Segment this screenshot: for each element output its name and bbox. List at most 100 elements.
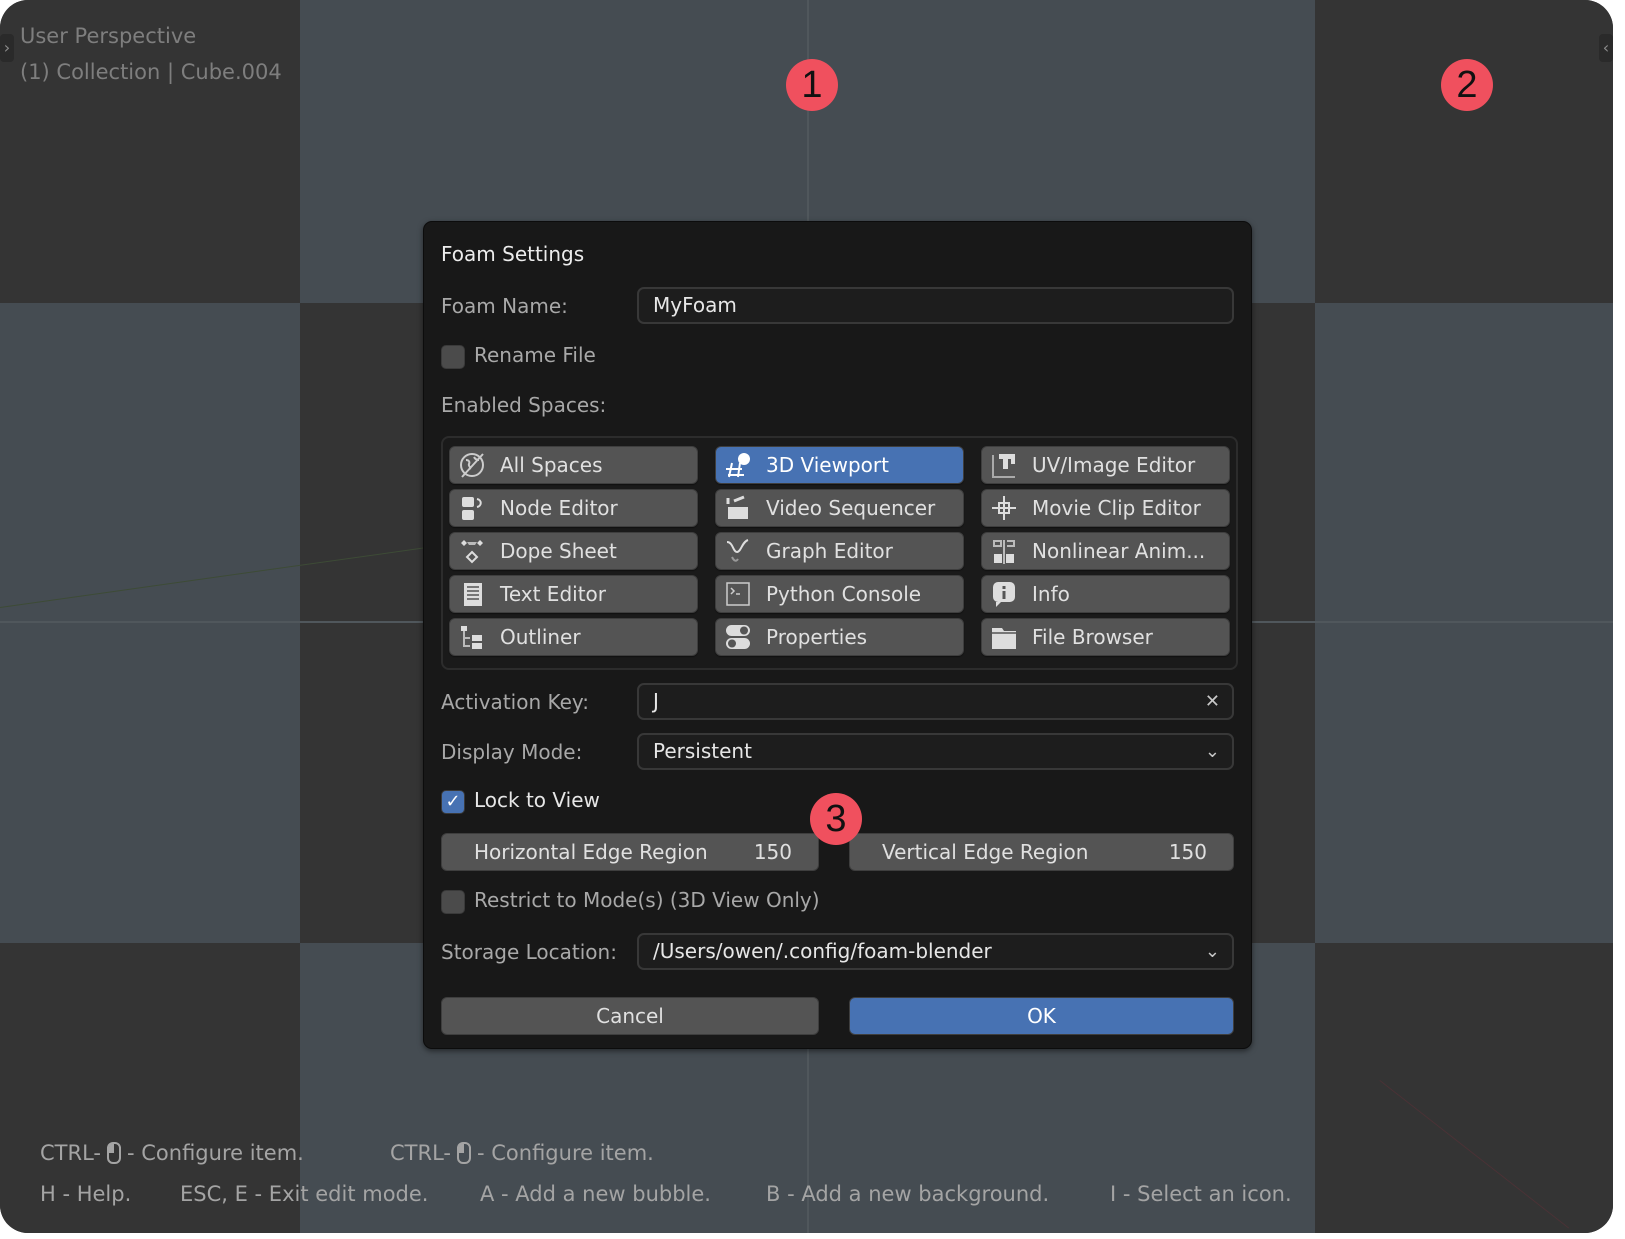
- keyframe-icon: [461, 540, 483, 564]
- space-label: Video Sequencer: [766, 496, 936, 520]
- toggle-icon: [726, 625, 750, 649]
- horizontal-edge-value: 150: [753, 840, 792, 864]
- nla-icon: [993, 540, 1015, 564]
- globe-icon: [460, 453, 484, 478]
- display-mode-dropdown[interactable]: Persistent ⌄: [637, 733, 1234, 770]
- space-text-editor[interactable]: Text Editor: [449, 575, 698, 613]
- foam-settings-dialog: Foam Settings Foam Name: MyFoam Rename F…: [423, 221, 1252, 1049]
- space-label: UV/Image Editor: [1032, 453, 1196, 477]
- space-outliner[interactable]: Outliner: [449, 618, 698, 656]
- hint-configure-2: CTRL- - Configure item.: [390, 1141, 654, 1165]
- chevron-left-icon[interactable]: ‹: [1599, 34, 1613, 62]
- space-properties[interactable]: Properties: [715, 618, 964, 656]
- hint-select-icon: I - Select an icon.: [1110, 1182, 1292, 1206]
- space-label: Graph Editor: [766, 539, 893, 563]
- annotation-badge-3: 3: [810, 793, 862, 845]
- vertical-edge-value: 150: [1168, 840, 1207, 864]
- space-file-browser[interactable]: File Browser: [981, 618, 1230, 656]
- hint-help: H - Help.: [40, 1182, 132, 1206]
- viewport-bg-tile: [1315, 303, 1613, 943]
- space-dope-sheet[interactable]: Dope Sheet: [449, 532, 698, 570]
- dialog-title: Foam Settings: [441, 242, 585, 266]
- space-label: Movie Clip Editor: [1032, 496, 1201, 520]
- viewport-bg-tile: [0, 303, 300, 943]
- space-movie-clip-editor[interactable]: Movie Clip Editor: [981, 489, 1230, 527]
- space-nonlinear-animation[interactable]: Nonlinear Anim...: [981, 532, 1230, 570]
- space-label: Python Console: [766, 582, 922, 606]
- space-label: 3D Viewport: [766, 453, 889, 477]
- node-editor-icon: [462, 497, 482, 520]
- hint-key: CTRL-: [40, 1141, 101, 1165]
- collection-label: (1) Collection | Cube.004: [20, 60, 282, 84]
- hint-configure-1: CTRL- - Configure item.: [40, 1141, 304, 1165]
- rename-file-checkbox[interactable]: [441, 345, 465, 369]
- space-video-sequencer[interactable]: Video Sequencer: [715, 489, 964, 527]
- space-graph-editor[interactable]: Graph Editor: [715, 532, 964, 570]
- space-node-editor[interactable]: Node Editor: [449, 489, 698, 527]
- space-label: Text Editor: [500, 582, 606, 606]
- hint-text: - Configure item.: [477, 1141, 654, 1165]
- horizontal-edge-region-field[interactable]: Horizontal Edge Region 150: [441, 833, 819, 871]
- console-icon: [726, 582, 750, 606]
- clear-icon[interactable]: ✕: [1205, 685, 1220, 718]
- space-all-spaces[interactable]: All Spaces: [449, 446, 698, 484]
- view-perspective-label: User Perspective: [20, 24, 197, 48]
- space-label: Dope Sheet: [500, 533, 617, 569]
- rename-file-label: Rename File: [474, 343, 596, 367]
- annotation-badge-1: 1: [786, 59, 838, 111]
- vertical-edge-region-field[interactable]: Vertical Edge Region 150: [849, 833, 1234, 871]
- chevron-right-icon[interactable]: ›: [0, 34, 14, 62]
- space-label: Properties: [766, 625, 868, 649]
- checkmark-icon: ✓: [445, 791, 461, 812]
- horizontal-edge-label: Horizontal Edge Region: [474, 840, 708, 864]
- lock-to-view-label: Lock to View: [474, 788, 600, 812]
- chevron-down-icon: ⌄: [1204, 941, 1220, 962]
- viewport-3d-icon: [726, 453, 750, 478]
- space-label: Info: [1032, 582, 1070, 606]
- foam-name-input[interactable]: MyFoam: [637, 287, 1234, 324]
- activation-key-input[interactable]: J ✕: [637, 683, 1234, 720]
- space-uv-image-editor[interactable]: UV/Image Editor: [981, 446, 1230, 484]
- space-label: Nonlinear Anim...: [1032, 539, 1206, 563]
- viewport-bg-tile: [1315, 943, 1613, 1233]
- space-info[interactable]: Info: [981, 575, 1230, 613]
- hint-add-background: B - Add a new background.: [766, 1182, 1050, 1206]
- image-editor-icon: [992, 454, 1015, 478]
- hint-exit-edit: ESC, E - Exit edit mode.: [180, 1182, 429, 1206]
- restrict-mode-checkbox[interactable]: [441, 890, 465, 914]
- storage-location-label: Storage Location:: [441, 940, 617, 964]
- space-python-console[interactable]: Python Console: [715, 575, 964, 613]
- curve-icon: [726, 539, 749, 562]
- hint-key: CTRL-: [390, 1141, 451, 1165]
- display-mode-value: Persistent: [653, 739, 752, 763]
- enabled-spaces-label: Enabled Spaces:: [441, 393, 607, 417]
- space-label: File Browser: [1032, 625, 1153, 649]
- viewport-bg-tile: [1315, 0, 1613, 303]
- mouse-left-click-icon: [457, 1142, 471, 1164]
- display-mode-label: Display Mode:: [441, 740, 583, 764]
- ok-button[interactable]: OK: [849, 997, 1234, 1035]
- folder-icon: [992, 628, 1016, 649]
- mouse-left-click-icon: [107, 1142, 121, 1164]
- space-label: All Spaces: [500, 453, 603, 477]
- info-icon: [993, 582, 1015, 607]
- vertical-edge-label: Vertical Edge Region: [882, 840, 1089, 864]
- blender-window: User Perspective (1) Collection | Cube.0…: [0, 0, 1613, 1233]
- annotation-badge-2: 2: [1441, 59, 1493, 111]
- space-label-text: Dope Sheet: [500, 539, 617, 563]
- hint-add-bubble: A - Add a new bubble.: [480, 1182, 711, 1206]
- outliner-icon: [461, 626, 482, 649]
- activation-key-label: Activation Key:: [441, 690, 590, 714]
- chevron-down-icon: ⌄: [1204, 741, 1220, 762]
- storage-location-dropdown[interactable]: /Users/owen/.config/foam-blender ⌄: [637, 933, 1234, 970]
- foam-name-value: MyFoam: [653, 293, 737, 317]
- lock-to-view-checkbox[interactable]: ✓: [441, 790, 465, 814]
- space-label: Outliner: [500, 625, 581, 649]
- text-doc-icon: [461, 583, 482, 606]
- hint-text: - Configure item.: [127, 1141, 304, 1165]
- storage-location-value: /Users/owen/.config/foam-blender: [653, 939, 992, 963]
- crosshair-icon: [992, 496, 1016, 520]
- cancel-button[interactable]: Cancel: [441, 997, 819, 1035]
- space-label: Node Editor: [500, 496, 618, 520]
- space-3d-viewport[interactable]: 3D Viewport: [715, 446, 964, 484]
